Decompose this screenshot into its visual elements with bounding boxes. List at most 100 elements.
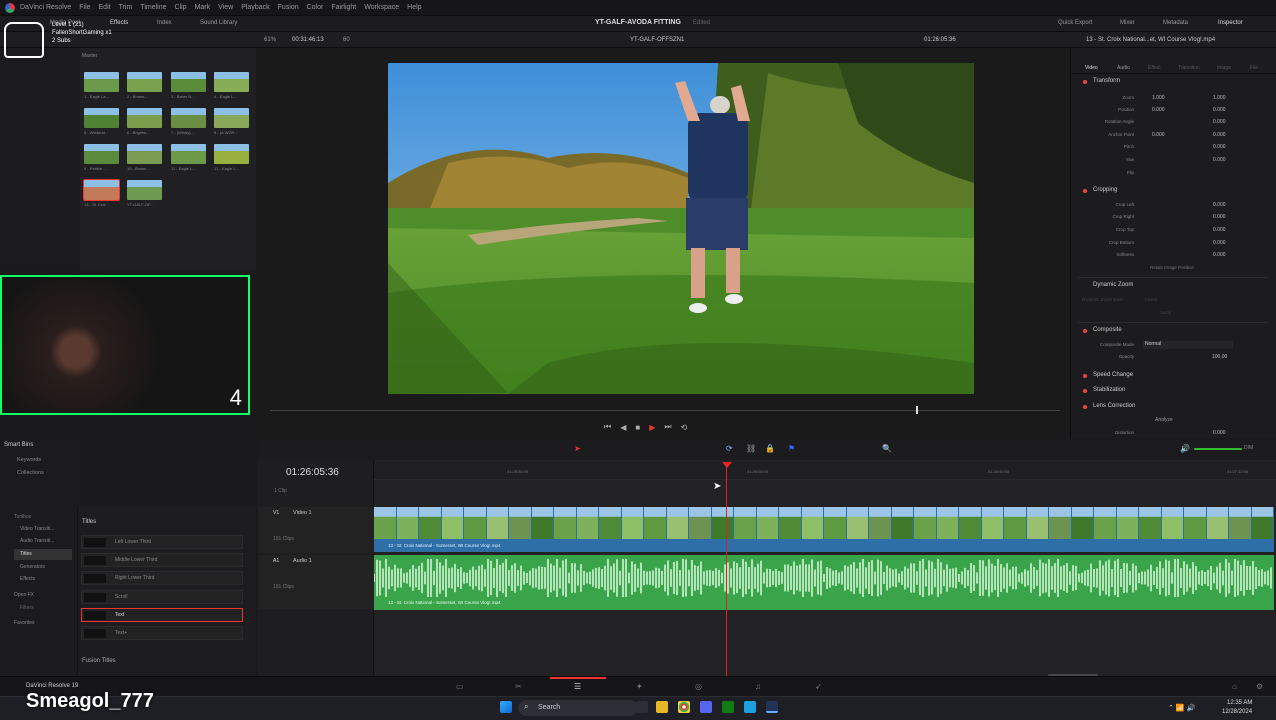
viewer-video-frame[interactable] [388, 63, 974, 394]
zoom-timeline-icon[interactable]: 🔍 [882, 444, 892, 453]
menu-item-fairlight[interactable]: Fairlight [331, 4, 356, 11]
media-pool-folder[interactable]: Master [82, 53, 97, 59]
stop-icon[interactable]: ■ [635, 423, 640, 432]
edge-icon[interactable] [744, 701, 756, 713]
menu-item-file[interactable]: File [79, 4, 90, 11]
page-fairlight-icon[interactable]: ♫ [755, 682, 761, 691]
menu-item-color[interactable]: Color [307, 4, 324, 11]
fx-nav-open-fx[interactable]: Open FX [14, 592, 34, 598]
page-cut-icon[interactable]: ✂ [515, 682, 522, 691]
audio-clip[interactable]: 13 - St. Croix National - Somerset, WI C… [374, 555, 1274, 610]
anchor-x-value[interactable]: 0.000 [1152, 132, 1165, 138]
inspector-tab-audio[interactable]: Audio [1117, 65, 1130, 71]
smart-bin-collections[interactable]: Collections [17, 470, 44, 476]
zoom-y-value[interactable]: 1.000 [1213, 95, 1226, 101]
mixer-button[interactable]: Mixer [1120, 20, 1135, 26]
video-clip[interactable]: 13 - St. Croix National - Somerset, WI C… [374, 507, 1274, 552]
media-clip-thumb[interactable] [127, 180, 162, 200]
menu-item-edit[interactable]: Edit [99, 4, 111, 11]
crop-bottom-value[interactable]: 0.000 [1213, 240, 1226, 246]
page-deliver-icon[interactable]: ➶ [815, 682, 822, 691]
file-explorer-icon[interactable] [656, 701, 668, 713]
quick-export-button[interactable]: Quick Export [1058, 20, 1092, 26]
cropping-title[interactable]: Cropping [1093, 187, 1117, 193]
a1-name[interactable]: Audio 1 [293, 558, 312, 564]
fx-nav-effects[interactable]: Effects [20, 576, 35, 582]
flag-icon[interactable]: ⚑ [788, 444, 795, 453]
title-item-text[interactable]: Text [81, 608, 243, 622]
smart-bin-keywords[interactable]: Keywords [17, 457, 41, 463]
lens-correction-enable-icon[interactable] [1083, 405, 1087, 409]
fx-nav-filters[interactable]: Filters [20, 605, 34, 611]
media-clip-thumb[interactable] [83, 179, 120, 201]
v1-name[interactable]: Video 1 [293, 510, 312, 516]
fx-nav-toolbox[interactable]: Toolbox [14, 514, 31, 520]
taskbar-date[interactable]: 12/28/2024 [1222, 709, 1252, 715]
page-fusion-icon[interactable]: ✦ [636, 682, 643, 691]
inspector-button[interactable]: Inspector [1218, 20, 1243, 26]
position-y-value[interactable]: 0.000 [1213, 107, 1226, 113]
distortion-value[interactable]: 0.000 [1213, 430, 1226, 436]
fx-nav-generators[interactable]: Generators [20, 564, 45, 570]
composite-mode-select[interactable]: Normal [1143, 341, 1233, 349]
windows-start-icon[interactable] [500, 701, 512, 713]
media-clip-thumb[interactable] [214, 144, 249, 164]
page-color-icon[interactable]: ◎ [695, 682, 702, 691]
speed-change-title[interactable]: Speed Change [1093, 372, 1133, 378]
softness-value[interactable]: 0.000 [1213, 252, 1226, 258]
media-clip-thumb[interactable] [84, 72, 119, 92]
resolve-taskbar-icon[interactable] [766, 701, 778, 713]
yaw-value[interactable]: 0.000 [1213, 157, 1226, 163]
zoom-level[interactable]: 61% [264, 37, 276, 43]
home-icon[interactable]: ⌂ [1232, 682, 1237, 691]
menu-item-trim[interactable]: Trim [119, 4, 133, 11]
playhead-handle-icon[interactable] [722, 462, 732, 468]
composite-title[interactable]: Composite [1093, 327, 1122, 333]
composite-enable-icon[interactable] [1083, 329, 1087, 333]
menu-item-timeline[interactable]: Timeline [140, 4, 166, 11]
menu-item-workspace[interactable]: Workspace [364, 4, 399, 11]
dynamic-zoom-ease-value[interactable]: Linear [1145, 297, 1158, 302]
xbox-icon[interactable] [722, 701, 734, 713]
tab-sound-library[interactable]: Sound Library [200, 20, 237, 26]
media-clip-thumb[interactable] [171, 72, 206, 92]
media-clip-thumb[interactable] [84, 108, 119, 128]
timeline-name[interactable]: YT-GALF-OFFSZN1 [630, 37, 684, 43]
title-item-left-lower-third[interactable]: Left Lower Third [81, 535, 243, 549]
zoom-x-value[interactable]: 1.000 [1152, 95, 1165, 101]
inspector-tab-transition[interactable]: Transition [1178, 65, 1200, 71]
loop-icon[interactable]: ⟲ [681, 423, 688, 432]
page-media-icon[interactable]: ▭ [456, 682, 464, 691]
menu-item-help[interactable]: Help [407, 4, 421, 11]
menu-item-mark[interactable]: Mark [195, 4, 211, 11]
inspector-tab-image[interactable]: Image [1217, 65, 1231, 71]
metadata-button[interactable]: Metadata [1163, 20, 1188, 26]
link-icon[interactable]: ⛓ [746, 444, 756, 453]
anchor-y-value[interactable]: 0.000 [1213, 132, 1226, 138]
discord-icon[interactable] [700, 701, 712, 713]
title-item-text-plus[interactable]: Text+ [81, 626, 243, 640]
taskbar-time[interactable]: 12:35 AM [1227, 700, 1252, 706]
fx-nav-favorites[interactable]: Favorites [14, 620, 35, 626]
cropping-enable-icon[interactable] [1083, 189, 1087, 193]
transform-enable-icon[interactable] [1083, 80, 1087, 84]
media-clip-thumb[interactable] [127, 108, 162, 128]
menu-item-view[interactable]: View [218, 4, 233, 11]
inspector-tab-video[interactable]: Video [1085, 65, 1098, 71]
media-clip-thumb[interactable] [171, 144, 206, 164]
viewer-scrub-handle[interactable] [916, 406, 918, 414]
tab-index[interactable]: Index [157, 20, 172, 26]
stabilization-title[interactable]: Stabilization [1093, 387, 1125, 393]
crop-right-value[interactable]: 0.000 [1213, 214, 1226, 220]
position-x-value[interactable]: 0.000 [1152, 107, 1165, 113]
taskbar-search-box[interactable]: ⌕ Search [518, 700, 638, 716]
first-frame-icon[interactable]: ⏮ [604, 422, 611, 432]
opacity-value[interactable]: 100.00 [1212, 354, 1227, 360]
chrome-icon[interactable] [678, 701, 690, 713]
snapping-icon[interactable]: ⟳ [726, 444, 733, 453]
tab-effects[interactable]: Effects [110, 20, 128, 26]
reverse-icon[interactable]: ◀ [620, 423, 626, 432]
media-clip-thumb[interactable] [127, 144, 162, 164]
inspector-tab-effect[interactable]: Effect [1148, 65, 1161, 71]
lock-icon[interactable]: 🔒 [765, 444, 775, 453]
